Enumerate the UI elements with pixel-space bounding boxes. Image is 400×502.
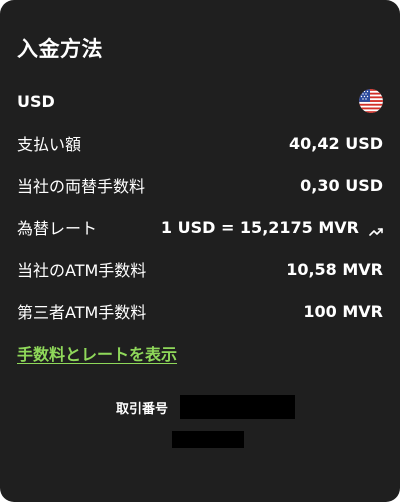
exchange-rate-label: 為替レート: [17, 219, 98, 238]
redacted-transaction-number-line-2: [172, 431, 244, 448]
currency-row: USD: [17, 89, 383, 113]
exchange-rate-value: 1 USD = 15,2175 MVR: [160, 217, 359, 237]
exchange-fee-row: 当社の両替手数料 0,30 USD: [17, 173, 383, 197]
payment-amount-row: 支払い額 40,42 USD: [17, 131, 383, 155]
trend-up-icon[interactable]: [369, 222, 383, 236]
third-party-atm-fee-value: 100 MVR: [303, 301, 383, 321]
currency-code: USD: [17, 91, 55, 111]
deposit-method-card: 入金方法 USD 支払い額 40,42 USD 当社の両替手数料 0,30 US…: [0, 0, 400, 502]
third-party-atm-fee-label: 第三者ATM手数料: [17, 303, 147, 322]
page-title: 入金方法: [17, 37, 103, 61]
us-flag-icon: [359, 89, 383, 113]
exchange-fee-label: 当社の両替手数料: [17, 177, 146, 196]
atm-fee-row: 当社のATM手数料 10,58 MVR: [17, 257, 383, 281]
atm-fee-label: 当社のATM手数料: [17, 261, 147, 280]
atm-fee-value: 10,58 MVR: [286, 259, 383, 279]
exchange-rate-row: 為替レート 1 USD = 15,2175 MVR: [17, 215, 383, 239]
exchange-fee-value: 0,30 USD: [300, 175, 383, 195]
redacted-transaction-number: [180, 395, 295, 419]
view-fees-and-rates-link[interactable]: 手数料とレートを表示: [17, 341, 177, 365]
payment-amount-label: 支払い額: [17, 135, 82, 154]
transaction-number-label: 取引番号: [116, 402, 169, 417]
third-party-atm-fee-row: 第三者ATM手数料 100 MVR: [17, 299, 383, 323]
payment-amount-value: 40,42 USD: [289, 133, 383, 153]
exchange-rate-value-wrap: 1 USD = 15,2175 MVR: [161, 218, 383, 237]
